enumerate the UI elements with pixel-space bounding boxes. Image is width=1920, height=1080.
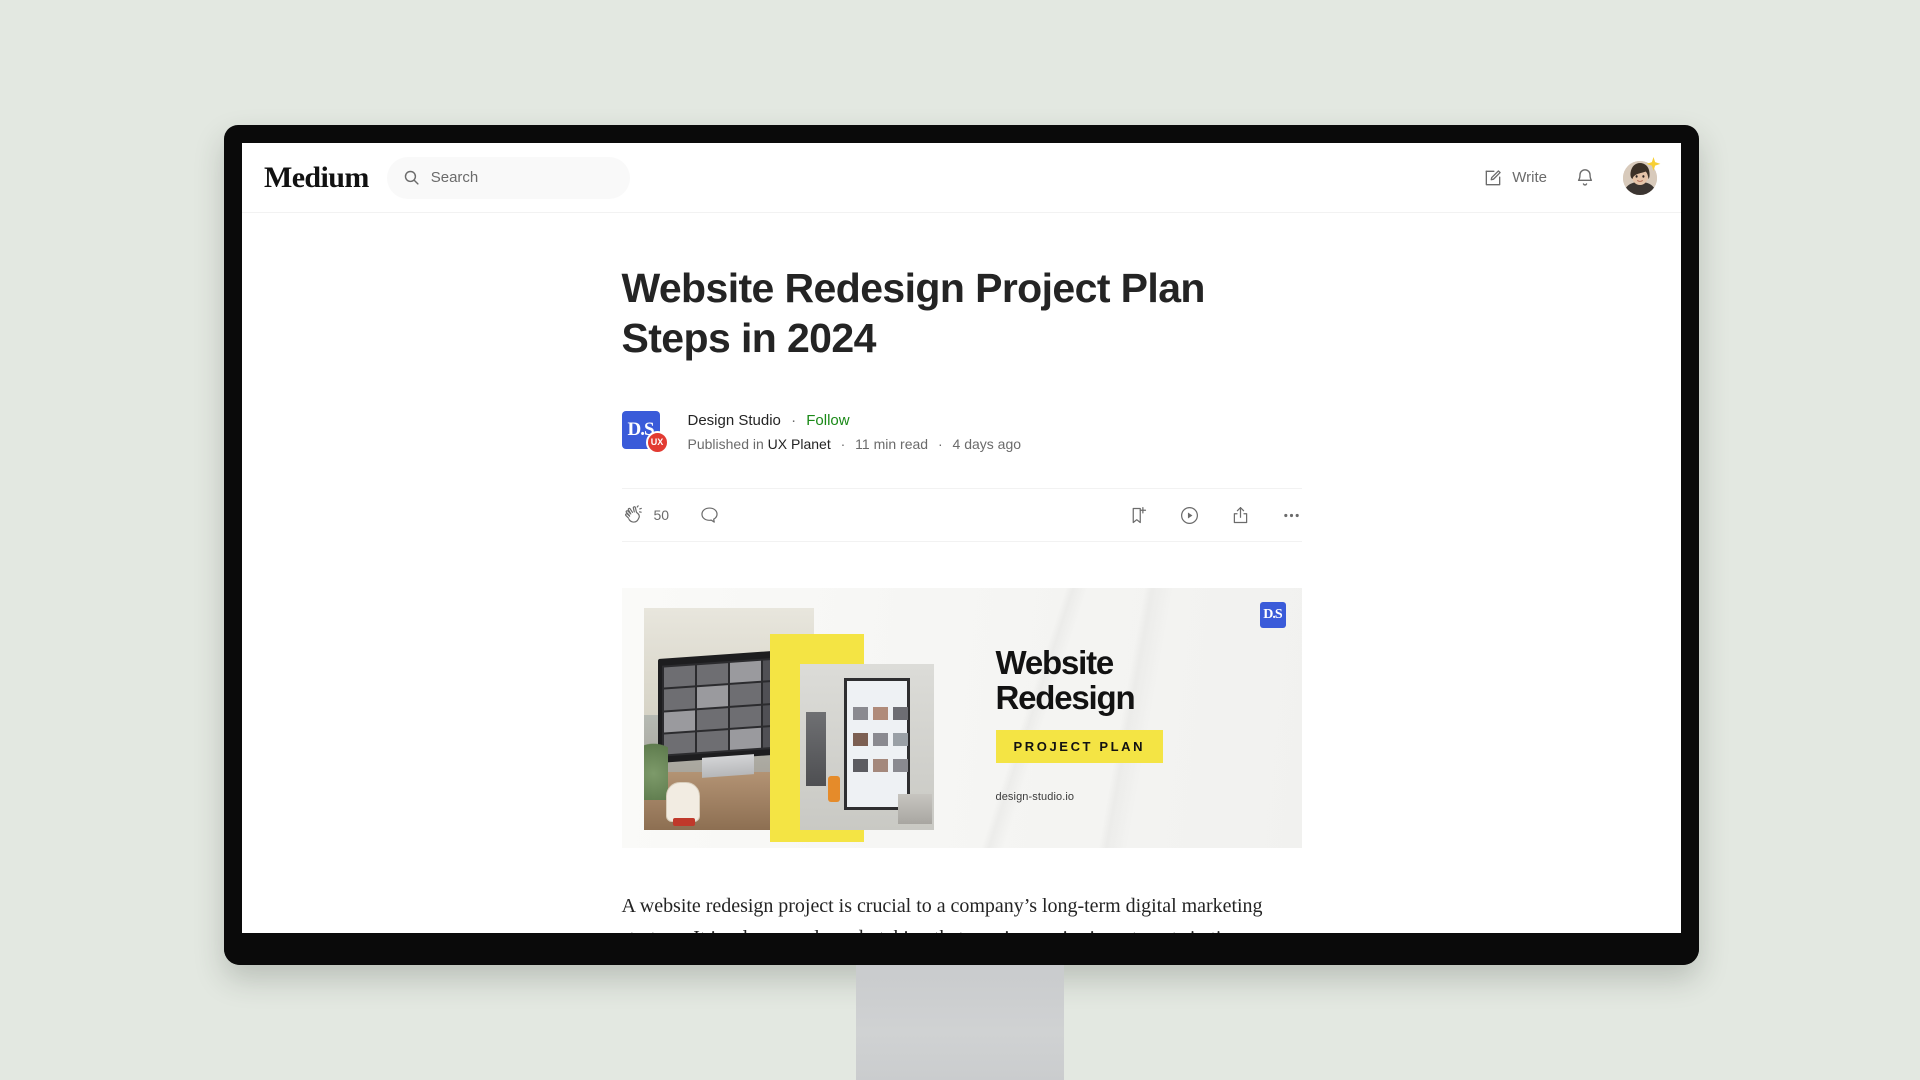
article-scroll-area[interactable]: Website Redesign Project Plan Steps in 2… — [242, 213, 1681, 933]
monitor-chin — [224, 933, 1699, 965]
write-button[interactable]: Write — [1483, 168, 1547, 188]
article-hero-image[interactable]: Website Redesign PROJECT PLAN design-stu… — [621, 588, 1302, 848]
hero-headline-line-2: Redesign — [995, 678, 1136, 716]
byline: D.S UX Design Studio · Follow Published … — [621, 409, 1302, 456]
author-name[interactable]: Design Studio — [688, 412, 781, 429]
byline-separator-2: · — [840, 436, 846, 453]
hero-website-url: design-studio.io — [995, 791, 1075, 803]
search-input[interactable]: Search — [386, 156, 630, 199]
byline-text: Design Studio · Follow Published in UX P… — [688, 409, 1022, 456]
sparkle-star-icon — [1646, 156, 1661, 171]
action-bar-left: 50 — [622, 504, 721, 526]
article-action-bar: 50 — [621, 488, 1302, 542]
hero-photo-workspace-wall — [799, 664, 934, 830]
bell-icon — [1577, 168, 1593, 186]
follow-link[interactable]: Follow — [806, 412, 849, 429]
byline-author-row: Design Studio · Follow — [688, 409, 1022, 433]
byline-separator-1: · — [791, 412, 797, 430]
navbar-right-group: Write — [1483, 156, 1661, 195]
publication-name[interactable]: UX Planet — [768, 436, 831, 452]
hero-photo-scissors — [827, 776, 840, 802]
hero-photo-imac-stand — [701, 754, 754, 778]
notifications-button[interactable] — [1574, 167, 1596, 189]
byline-separator-3: · — [937, 436, 943, 453]
clap-count: 50 — [653, 507, 670, 523]
write-label: Write — [1512, 169, 1547, 186]
search-placeholder: Search — [430, 169, 479, 186]
hero-project-plan-badge: PROJECT PLAN — [995, 730, 1164, 763]
hero-photo-laptop — [897, 794, 932, 824]
monitor-screen: Medium Search Write Website Redesign Pro… — [242, 143, 1681, 933]
medium-logo[interactable]: Medium — [260, 162, 369, 193]
bookmark-button[interactable] — [1128, 505, 1149, 526]
hero-photo-plant — [643, 734, 668, 800]
listen-button[interactable] — [1179, 505, 1200, 526]
action-bar-right — [1128, 505, 1302, 526]
article-body-paragraph: A website redesign project is crucial to… — [621, 895, 1263, 933]
search-icon — [404, 170, 419, 185]
hero-photo-speaker — [805, 712, 826, 786]
publication-avatar-badge: UX — [645, 430, 669, 454]
published-ago: 4 days ago — [952, 436, 1022, 453]
more-horizontal-icon — [1283, 513, 1299, 517]
article-container: Website Redesign Project Plan Steps in 2… — [621, 213, 1302, 933]
comment-bubble-icon — [701, 506, 718, 523]
play-circle-icon — [1180, 506, 1198, 524]
hero-photo-moodboard-frame — [843, 678, 910, 810]
page-title: Website Redesign Project Plan Steps in 2… — [621, 265, 1206, 362]
share-icon — [1233, 506, 1247, 523]
comment-button[interactable] — [699, 505, 720, 526]
medium-top-navbar: Medium Search Write — [242, 143, 1681, 213]
hero-headline-line-1: Website — [995, 644, 1115, 681]
monitor-stand — [856, 965, 1064, 1080]
more-options-button[interactable] — [1281, 505, 1302, 526]
bookmark-plus-icon — [1132, 506, 1146, 523]
clap-button[interactable]: 50 — [622, 504, 670, 526]
hero-photo-lucky-cat — [665, 782, 700, 826]
read-time: 11 min read — [855, 436, 929, 453]
avatar[interactable] — [1623, 156, 1661, 195]
publication-avatar[interactable]: D.S UX — [621, 410, 672, 455]
hero-design-studio-logo: D.S — [1259, 602, 1286, 628]
monitor-mockup: Medium Search Write Website Redesign Pro… — [224, 125, 1699, 965]
hero-headline: Website Redesign — [995, 644, 1136, 716]
write-pencil-icon — [1485, 169, 1502, 185]
published-prefix: Published in — [687, 436, 764, 453]
byline-meta-row: Published in UX Planet · 11 min read · 4… — [688, 433, 1022, 456]
clap-icon — [624, 505, 642, 523]
share-button[interactable] — [1230, 505, 1251, 526]
